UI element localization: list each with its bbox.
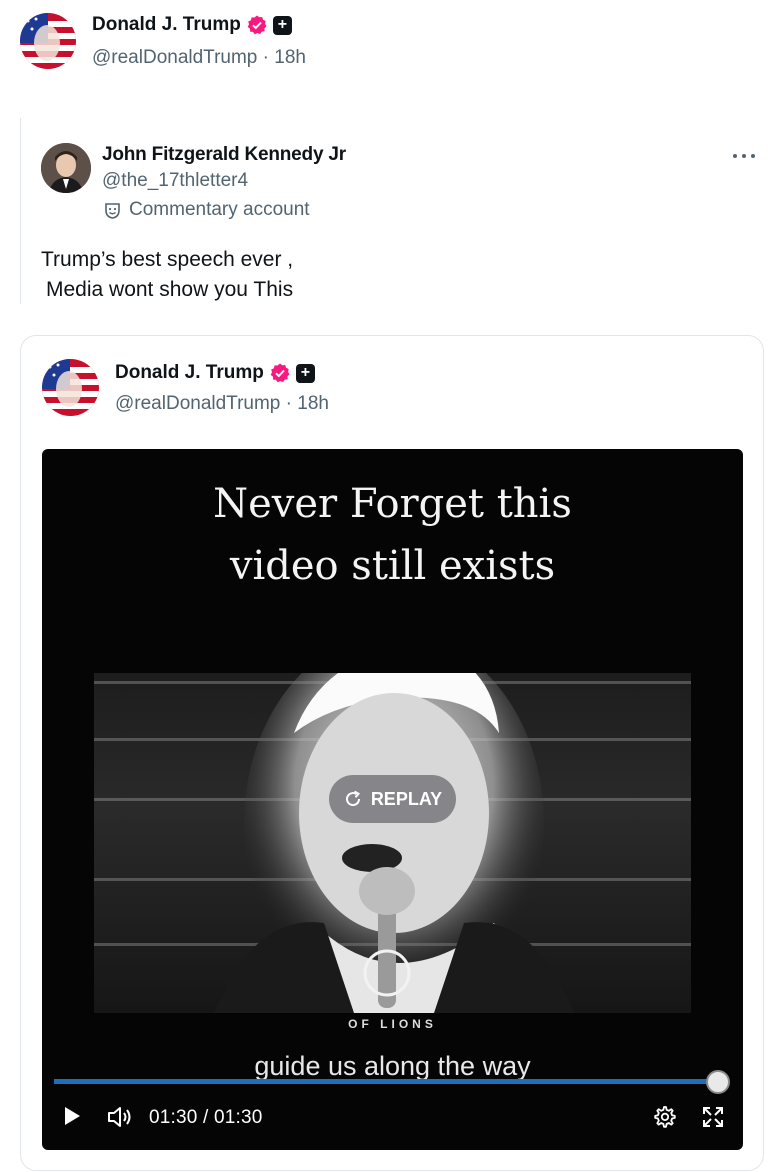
author-name-row[interactable]: Donald J. Trump + [115,362,315,384]
author-name-row[interactable]: Donald J. Trump + [92,14,292,36]
affiliate-badge-icon: + [295,363,315,383]
settings-gear-icon[interactable] [652,1105,676,1129]
time-display: 01:30 / 01:30 [149,1107,263,1128]
verified-badge-icon [270,363,290,383]
replay-label: REPLAY [370,788,443,809]
post-text-line: Trump’s best speech ever , [41,248,294,271]
progress-fill [54,1079,718,1084]
video-watermark: OF LIONS [348,1017,437,1031]
commentary-text: Commentary account [129,199,310,220]
volume-icon[interactable] [107,1105,133,1129]
verified-badge-icon [247,15,267,35]
author-handle[interactable]: @the_17thletter4 [102,170,248,192]
more-options-icon[interactable] [733,146,755,166]
video-subtitle: guide us along the way [254,1051,531,1081]
progress-bar[interactable] [54,1079,718,1084]
video-player[interactable]: Never Forget this video still exists OF … [42,449,743,1150]
author-name[interactable]: Donald J. Trump [92,14,241,36]
avatar[interactable] [20,13,76,69]
thread-line [20,118,21,304]
video-caption: Never Forget this video still exists [42,473,743,597]
post-text: Trump’s best speech ever , Media wont sh… [41,245,293,305]
author-name[interactable]: Donald J. Trump [115,362,264,384]
play-icon[interactable] [62,1105,82,1127]
avatar[interactable] [42,359,99,416]
replay-icon [345,790,360,807]
author-name[interactable]: John Fitzgerald Kennedy Jr [102,144,346,166]
progress-scrubber[interactable] [706,1070,730,1094]
video-frame [94,673,691,1013]
video-caption-line: Never Forget this [213,481,572,527]
theater-mask-icon [105,202,120,219]
author-handle[interactable]: @realDonaldTrump · 18h [115,393,329,415]
commentary-label: Commentary account [104,199,310,221]
author-handle[interactable]: @realDonaldTrump · 18h [92,47,306,69]
embedded-post-card[interactable]: Donald J. Trump + @realDonaldTrump · 18h… [20,335,764,1171]
avatar[interactable] [41,143,91,193]
affiliate-badge-icon: + [272,15,292,35]
post-text-line: Media wont show you This [46,278,294,301]
fullscreen-icon[interactable] [701,1105,725,1129]
video-caption-line: video still exists [229,543,556,589]
replay-button[interactable]: REPLAY [329,775,456,823]
